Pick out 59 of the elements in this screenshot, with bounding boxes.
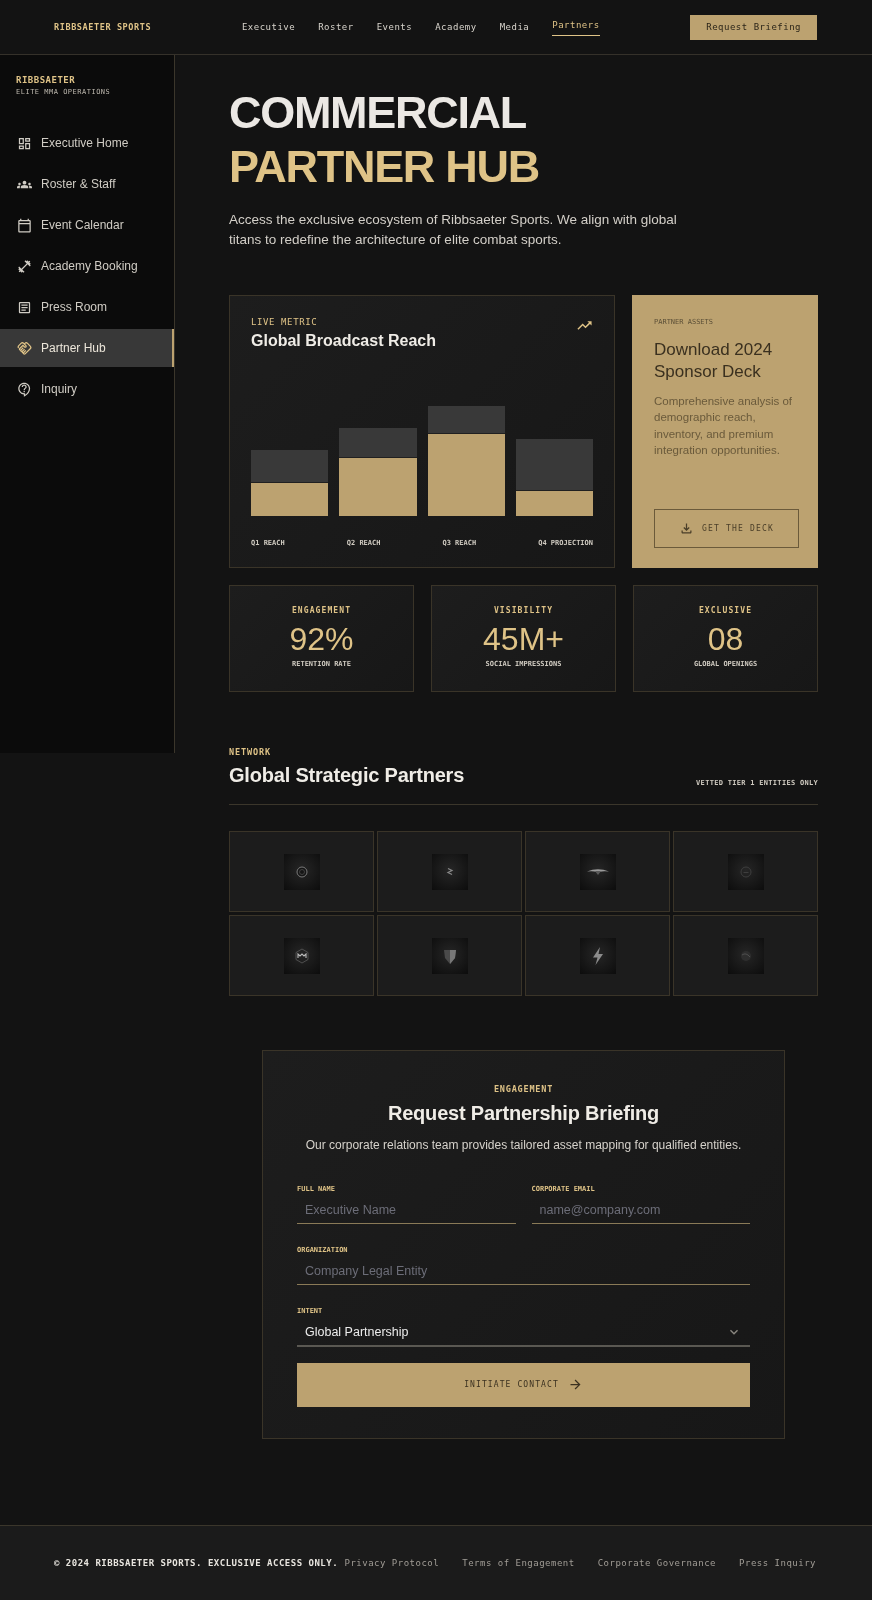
hexagon-logo-icon bbox=[283, 937, 320, 974]
brand-name: RIBBSAETER SPORTS bbox=[54, 21, 152, 33]
sidebar-item[interactable]: Academy Booking bbox=[0, 247, 174, 285]
dropdown-field[interactable]: Global Partnership bbox=[297, 1319, 750, 1347]
stat-label: VISIBILITY bbox=[493, 606, 554, 616]
nav-link[interactable]: Executive bbox=[241, 21, 296, 33]
document-icon bbox=[17, 299, 32, 315]
card-eyebrow: LIVE METRIC bbox=[251, 316, 319, 328]
form-title: Request Partnership Briefing bbox=[387, 1100, 660, 1126]
footer-link[interactable]: Corporate Governance bbox=[597, 1558, 717, 1568]
input-field[interactable]: name@company.com bbox=[531, 1197, 750, 1224]
stat-value: 08 bbox=[707, 621, 744, 657]
stat-label: ENGAGEMENT bbox=[291, 606, 352, 616]
get-deck-button[interactable]: GET THE DECK bbox=[654, 509, 799, 548]
wings-logo-icon bbox=[579, 853, 616, 890]
ring-logo-icon bbox=[283, 853, 320, 890]
handshake-icon bbox=[17, 340, 32, 356]
stat-value: 92% bbox=[289, 621, 354, 657]
calendar-icon bbox=[17, 217, 32, 233]
orb-logo-icon bbox=[727, 937, 764, 974]
dumbbell-icon bbox=[17, 258, 32, 274]
dashboard-icon bbox=[17, 135, 32, 151]
nav-link[interactable]: Partners bbox=[552, 18, 600, 36]
nav-link[interactable]: Academy bbox=[435, 21, 477, 33]
copyright-text: © 2024 RIBBSAETER SPORTS. EXCLUSIVE ACCESS ONLY. bbox=[54, 1558, 339, 1568]
stat-label: EXCLUSIVE bbox=[698, 606, 753, 616]
deck-description: Comprehensive analysis of demographic reach, inventory, and premium integration opportunities. bbox=[654, 394, 794, 458]
sidebar-title: RIBBSAETER bbox=[15, 74, 77, 86]
request-briefing-button[interactable]: Request Briefing bbox=[690, 14, 817, 40]
zigzag-logo-icon bbox=[431, 853, 468, 890]
footer-link[interactable]: Terms of Engagement bbox=[462, 1558, 575, 1568]
form-eyebrow: ENGAGEMENT bbox=[493, 1083, 554, 1095]
sidebar-item[interactable]: Event Calendar bbox=[0, 206, 174, 244]
sidebar-item[interactable]: Partner Hub bbox=[0, 329, 174, 367]
sidebar-item[interactable]: Executive Home bbox=[0, 124, 174, 162]
intro-text: Access the exclusive ecosystem of Ribbsaeter Sports. We align with global titans to redefine the architecture of elite combat sports. bbox=[229, 211, 678, 249]
hero-title: COMMERCIAL bbox=[229, 86, 526, 140]
section-title: Global Strategic Partners bbox=[229, 763, 465, 788]
sidebar-item[interactable]: Inquiry bbox=[0, 370, 174, 408]
initiate-contact-button[interactable]: INITIATE CONTACT bbox=[297, 1362, 750, 1407]
footer-link[interactable]: Privacy Protocol bbox=[344, 1558, 440, 1568]
deck-title: Download 2024 Sponsor Deck bbox=[654, 339, 774, 383]
sidebar-item[interactable]: Roster & Staff bbox=[0, 165, 174, 203]
badge-logo-icon bbox=[727, 853, 764, 890]
shield-logo-icon bbox=[431, 937, 468, 974]
nav-link[interactable]: Media bbox=[499, 21, 530, 33]
footer-link[interactable]: Press Inquiry bbox=[739, 1558, 816, 1568]
lightning-logo-icon bbox=[579, 937, 616, 974]
hero-title-accent: PARTNER HUB bbox=[229, 140, 539, 194]
nav-link[interactable]: Roster bbox=[318, 21, 354, 33]
section-eyebrow: NETWORK bbox=[229, 746, 273, 758]
card-title: Global Broadcast Reach bbox=[251, 331, 436, 351]
input-field[interactable]: Company Legal Entity bbox=[297, 1258, 750, 1285]
form-subtitle: Our corporate relations team provides tailored asset mapping for qualified entities. bbox=[305, 1136, 742, 1154]
nav-link[interactable]: Events bbox=[376, 21, 413, 33]
help-icon bbox=[17, 381, 32, 397]
stat-value: 45M+ bbox=[483, 621, 564, 657]
input-field[interactable]: Executive Name bbox=[297, 1197, 516, 1224]
sidebar-item[interactable]: Press Room bbox=[0, 288, 174, 326]
